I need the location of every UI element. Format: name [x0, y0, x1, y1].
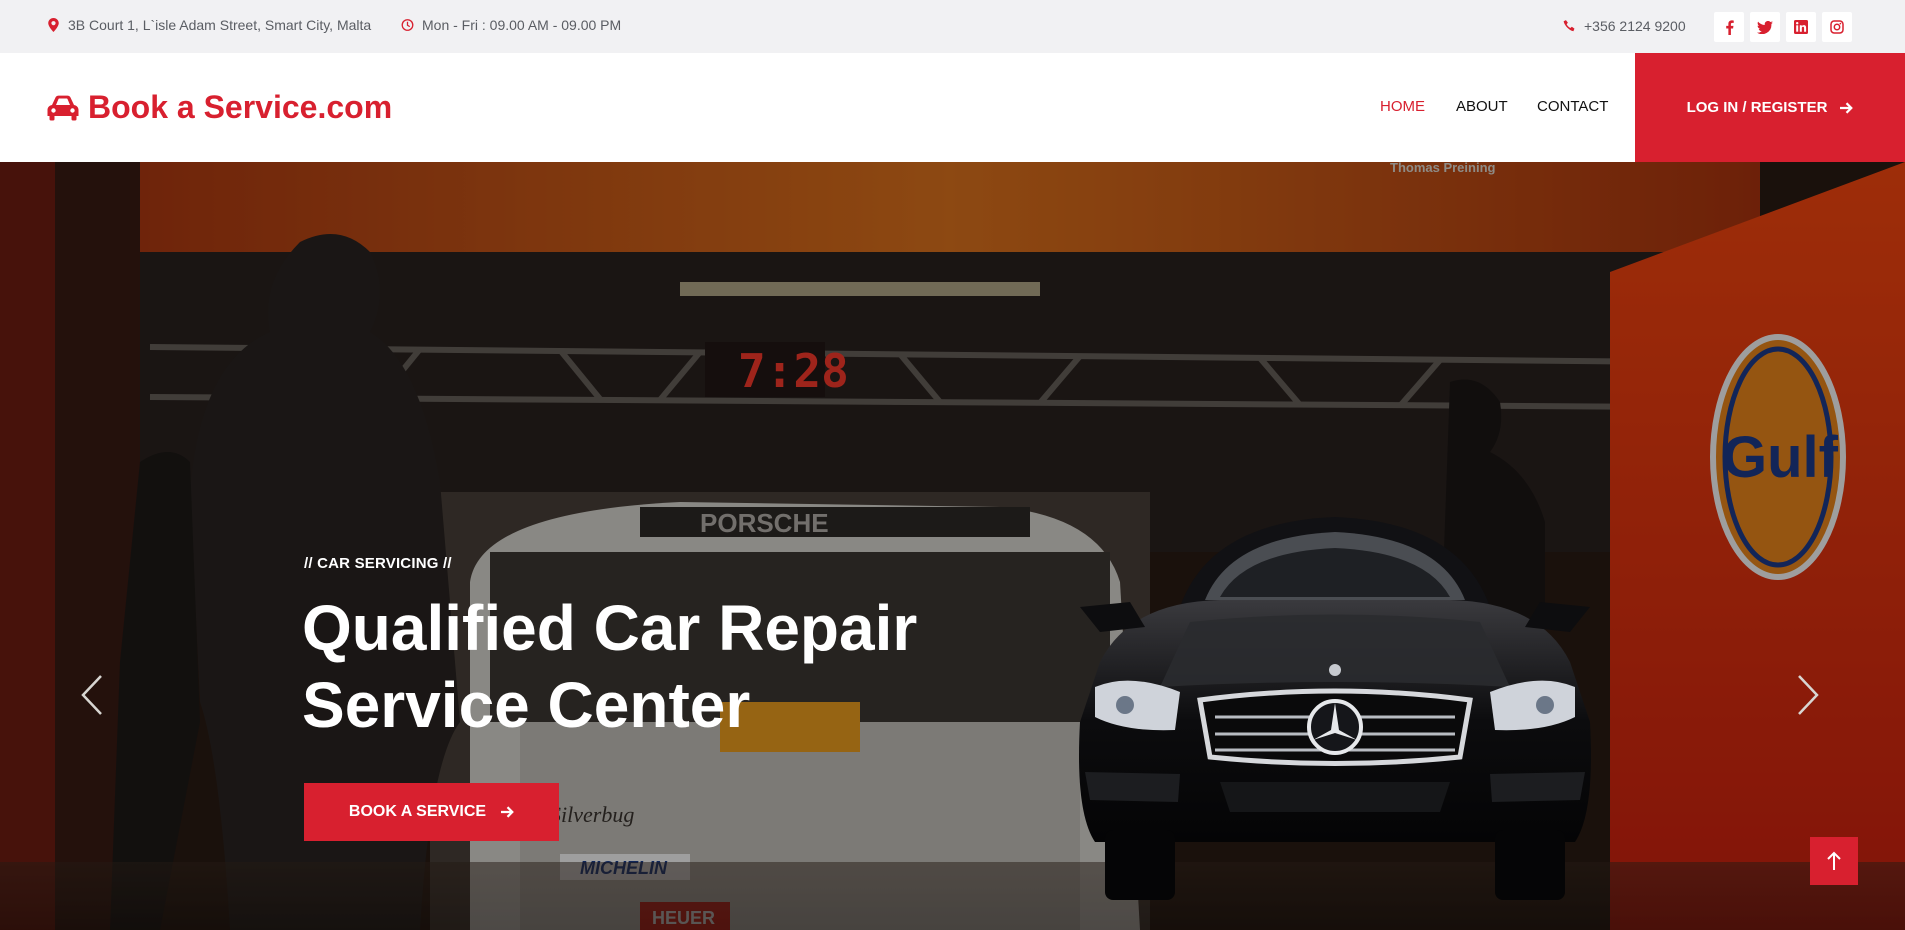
book-service-label: BOOK A SERVICE [348, 803, 487, 820]
nav-contact[interactable]: CONTACT [1537, 98, 1608, 115]
site-logo[interactable]: Book a Service.com [47, 89, 392, 126]
address-text: 3B Court 1, L`isle Adam Street, Smart Ci… [68, 17, 372, 33]
nav-about[interactable]: ABOUT [1456, 98, 1508, 115]
social-links [1714, 12, 1852, 42]
hero-eyebrow: // CAR SERVICING // [304, 555, 452, 572]
address-info: 3B Court 1, L`isle Adam Street, Smart Ci… [47, 17, 371, 33]
arrow-right-icon [501, 806, 514, 818]
slider-prev-button[interactable] [80, 674, 104, 721]
linkedin-icon [1794, 20, 1808, 34]
phone-icon [1563, 20, 1575, 32]
facebook-icon [1725, 19, 1734, 35]
slider-next-button[interactable] [1796, 674, 1820, 721]
linkedin-link[interactable] [1786, 12, 1816, 42]
mercedes-car-image [1079, 517, 1591, 900]
phone-text[interactable]: +356 2124 9200 [1584, 18, 1686, 34]
instagram-link[interactable] [1822, 12, 1852, 42]
hero-slider: 7:28 Gulf PORSCHE MICHELIN HEUER Silverb… [0, 162, 1905, 930]
hours-info: Mon - Fri : 09.00 AM - 09.00 PM [401, 17, 621, 33]
twitter-link[interactable] [1750, 12, 1780, 42]
car-icon [47, 95, 79, 120]
clock-icon [401, 19, 414, 31]
site-header: Book a Service.com HOME ABOUT CONTACT LO… [0, 53, 1905, 162]
logo-text: Book a Service.com [88, 89, 393, 125]
arrow-right-icon [1840, 101, 1854, 114]
map-pin-icon [48, 18, 59, 32]
facebook-link[interactable] [1714, 12, 1744, 42]
chevron-left-icon [81, 675, 102, 715]
twitter-icon [1757, 20, 1773, 34]
arrow-up-icon [1827, 851, 1841, 870]
book-service-button[interactable]: BOOK A SERVICE [304, 783, 559, 841]
login-register-button[interactable]: LOG IN / REGISTER [1635, 53, 1905, 162]
hours-text: Mon - Fri : 09.00 AM - 09.00 PM [422, 17, 622, 33]
hero-dark-overlay [0, 162, 1905, 930]
nav-home[interactable]: HOME [1380, 98, 1425, 115]
chevron-right-icon [1798, 675, 1819, 715]
hero-headline: Qualified Car Repair Service Center [302, 592, 918, 741]
phone-info[interactable]: +356 2124 9200 [1563, 18, 1686, 34]
login-register-label: LOG IN / REGISTER [1686, 99, 1828, 116]
top-info-bar: 3B Court 1, L`isle Adam Street, Smart Ci… [0, 0, 1905, 53]
instagram-icon [1830, 20, 1844, 34]
back-to-top-button[interactable] [1810, 837, 1858, 885]
